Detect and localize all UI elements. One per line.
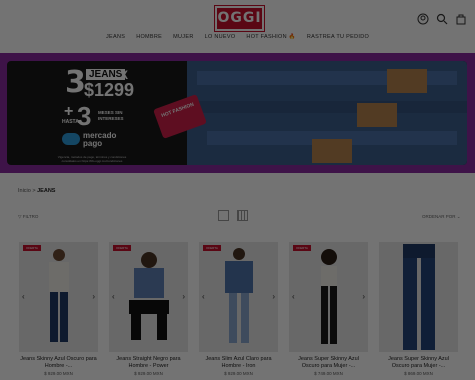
jeans-product-image bbox=[402, 244, 435, 350]
user-icon[interactable] bbox=[417, 12, 429, 25]
search-icon[interactable] bbox=[436, 12, 448, 25]
payment-brand: mercado pago bbox=[83, 131, 117, 148]
product-name[interactable]: Jeans Super Skinny Azul Oscuro para Muje… bbox=[289, 356, 368, 370]
chevron-right-icon[interactable]: › bbox=[362, 292, 365, 301]
product-card[interactable]: OFERTA ‹ › Jeans Skinny Azul Oscuro para… bbox=[19, 242, 98, 376]
model-figure bbox=[320, 249, 337, 344]
breadcrumb-home[interactable]: Inicio bbox=[18, 188, 31, 194]
jeans-photo bbox=[187, 61, 467, 165]
model-figure bbox=[224, 248, 253, 343]
cart-icon[interactable] bbox=[455, 12, 467, 25]
product-image[interactable]: OFERTA ‹ › bbox=[289, 242, 368, 352]
chevron-right-icon[interactable]: › bbox=[92, 292, 95, 301]
nav-mujer[interactable]: MUJER bbox=[173, 34, 193, 40]
product-grid: OFERTA ‹ › Jeans Skinny Azul Oscuro para… bbox=[19, 242, 458, 376]
grid-4-icon[interactable] bbox=[237, 210, 248, 221]
product-price: $ 929.00 MXN bbox=[224, 371, 253, 376]
fineprint: Vigencia, métodos de pago, términos y co… bbox=[57, 155, 127, 163]
breadcrumb: Inicio > JEANS bbox=[18, 188, 56, 194]
product-image[interactable]: OFERTA ‹ › bbox=[19, 242, 98, 352]
oggi-logo[interactable]: OGGI bbox=[214, 5, 265, 32]
chevron-down-icon: ⌄ bbox=[456, 214, 461, 219]
chevron-left-icon[interactable]: ‹ bbox=[292, 292, 295, 301]
mercado-pago-icon bbox=[62, 133, 80, 145]
grid-2-icon[interactable] bbox=[218, 210, 229, 221]
product-name[interactable]: Jeans Straight Negro para Hombre - Power bbox=[109, 356, 188, 370]
product-name[interactable]: Jeans Slim Azul Claro para Hombre - Iron bbox=[199, 356, 278, 370]
chevron-right-icon[interactable]: › bbox=[272, 292, 275, 301]
product-card[interactable]: OFERTA ‹ › Jeans Straight Negro para Hom… bbox=[109, 242, 188, 376]
product-image[interactable]: OFERTA ‹ › bbox=[199, 242, 278, 352]
chevron-left-icon[interactable]: ‹ bbox=[22, 292, 25, 301]
main-nav: JEANS HOMBRE MUJER LO NUEVO HOT FASHION … bbox=[0, 34, 475, 40]
banner-inner: 3 JEANS X $1299 + HASTA 3 MESES SIN INTE… bbox=[7, 61, 467, 165]
nav-jeans[interactable]: JEANS bbox=[106, 34, 125, 40]
chevron-left-icon[interactable]: ‹ bbox=[112, 292, 115, 301]
breadcrumb-current: JEANS bbox=[37, 188, 56, 194]
product-price: $ 929.00 MXN bbox=[44, 371, 73, 376]
header-icons bbox=[417, 12, 467, 25]
view-toggle bbox=[218, 210, 248, 221]
product-card[interactable]: OFERTA ‹ › Jeans Super Skinny Azul Oscur… bbox=[289, 242, 368, 376]
promo-count: 3 bbox=[65, 65, 86, 100]
product-price: $ 929.00 MXN bbox=[134, 371, 163, 376]
filter-button[interactable]: ▽ FILTRO bbox=[18, 214, 38, 220]
nav-hot-fashion[interactable]: HOT FASHION 🔥 bbox=[246, 34, 295, 40]
product-name[interactable]: Jeans Skinny Azul Oscuro para Hombre -..… bbox=[19, 356, 98, 370]
promo-months-text: MESES SIN INTERESES bbox=[98, 110, 124, 121]
model-figure bbox=[48, 249, 69, 342]
sort-dropdown[interactable]: ORDENAR POR ⌄ bbox=[422, 214, 461, 220]
product-image[interactable]: OFERTA ‹ › bbox=[109, 242, 188, 352]
product-price: $ 749.00 MXN bbox=[314, 371, 343, 376]
site-header: OGGI JEANS HOMBRE MUJER LO NUEVO HOT FAS… bbox=[0, 0, 475, 52]
nav-rastrea-pedido[interactable]: RASTREA TU PEDIDO bbox=[307, 34, 369, 40]
filter-icon: ▽ bbox=[18, 214, 22, 219]
nav-lo-nuevo[interactable]: LO NUEVO bbox=[205, 34, 236, 40]
product-card[interactable]: Jeans Super Skinny Azul Oscuro para Muje… bbox=[379, 242, 458, 376]
promo-price: $1299 bbox=[84, 80, 135, 100]
chevron-left-icon[interactable]: ‹ bbox=[202, 292, 205, 301]
product-name[interactable]: Jeans Super Skinny Azul Oscuro para Muje… bbox=[379, 356, 458, 370]
nav-hombre[interactable]: HOMBRE bbox=[136, 34, 162, 40]
product-price: $ 869.00 MXN bbox=[404, 371, 433, 376]
product-image[interactable] bbox=[379, 242, 458, 352]
model-figure bbox=[128, 252, 169, 340]
promo-banner[interactable]: 3 JEANS X $1299 + HASTA 3 MESES SIN INTE… bbox=[0, 53, 475, 173]
product-card[interactable]: OFERTA ‹ › Jeans Slim Azul Claro para Ho… bbox=[199, 242, 278, 376]
chevron-right-icon[interactable]: › bbox=[182, 292, 185, 301]
promo-months-count: 3 bbox=[77, 101, 92, 131]
